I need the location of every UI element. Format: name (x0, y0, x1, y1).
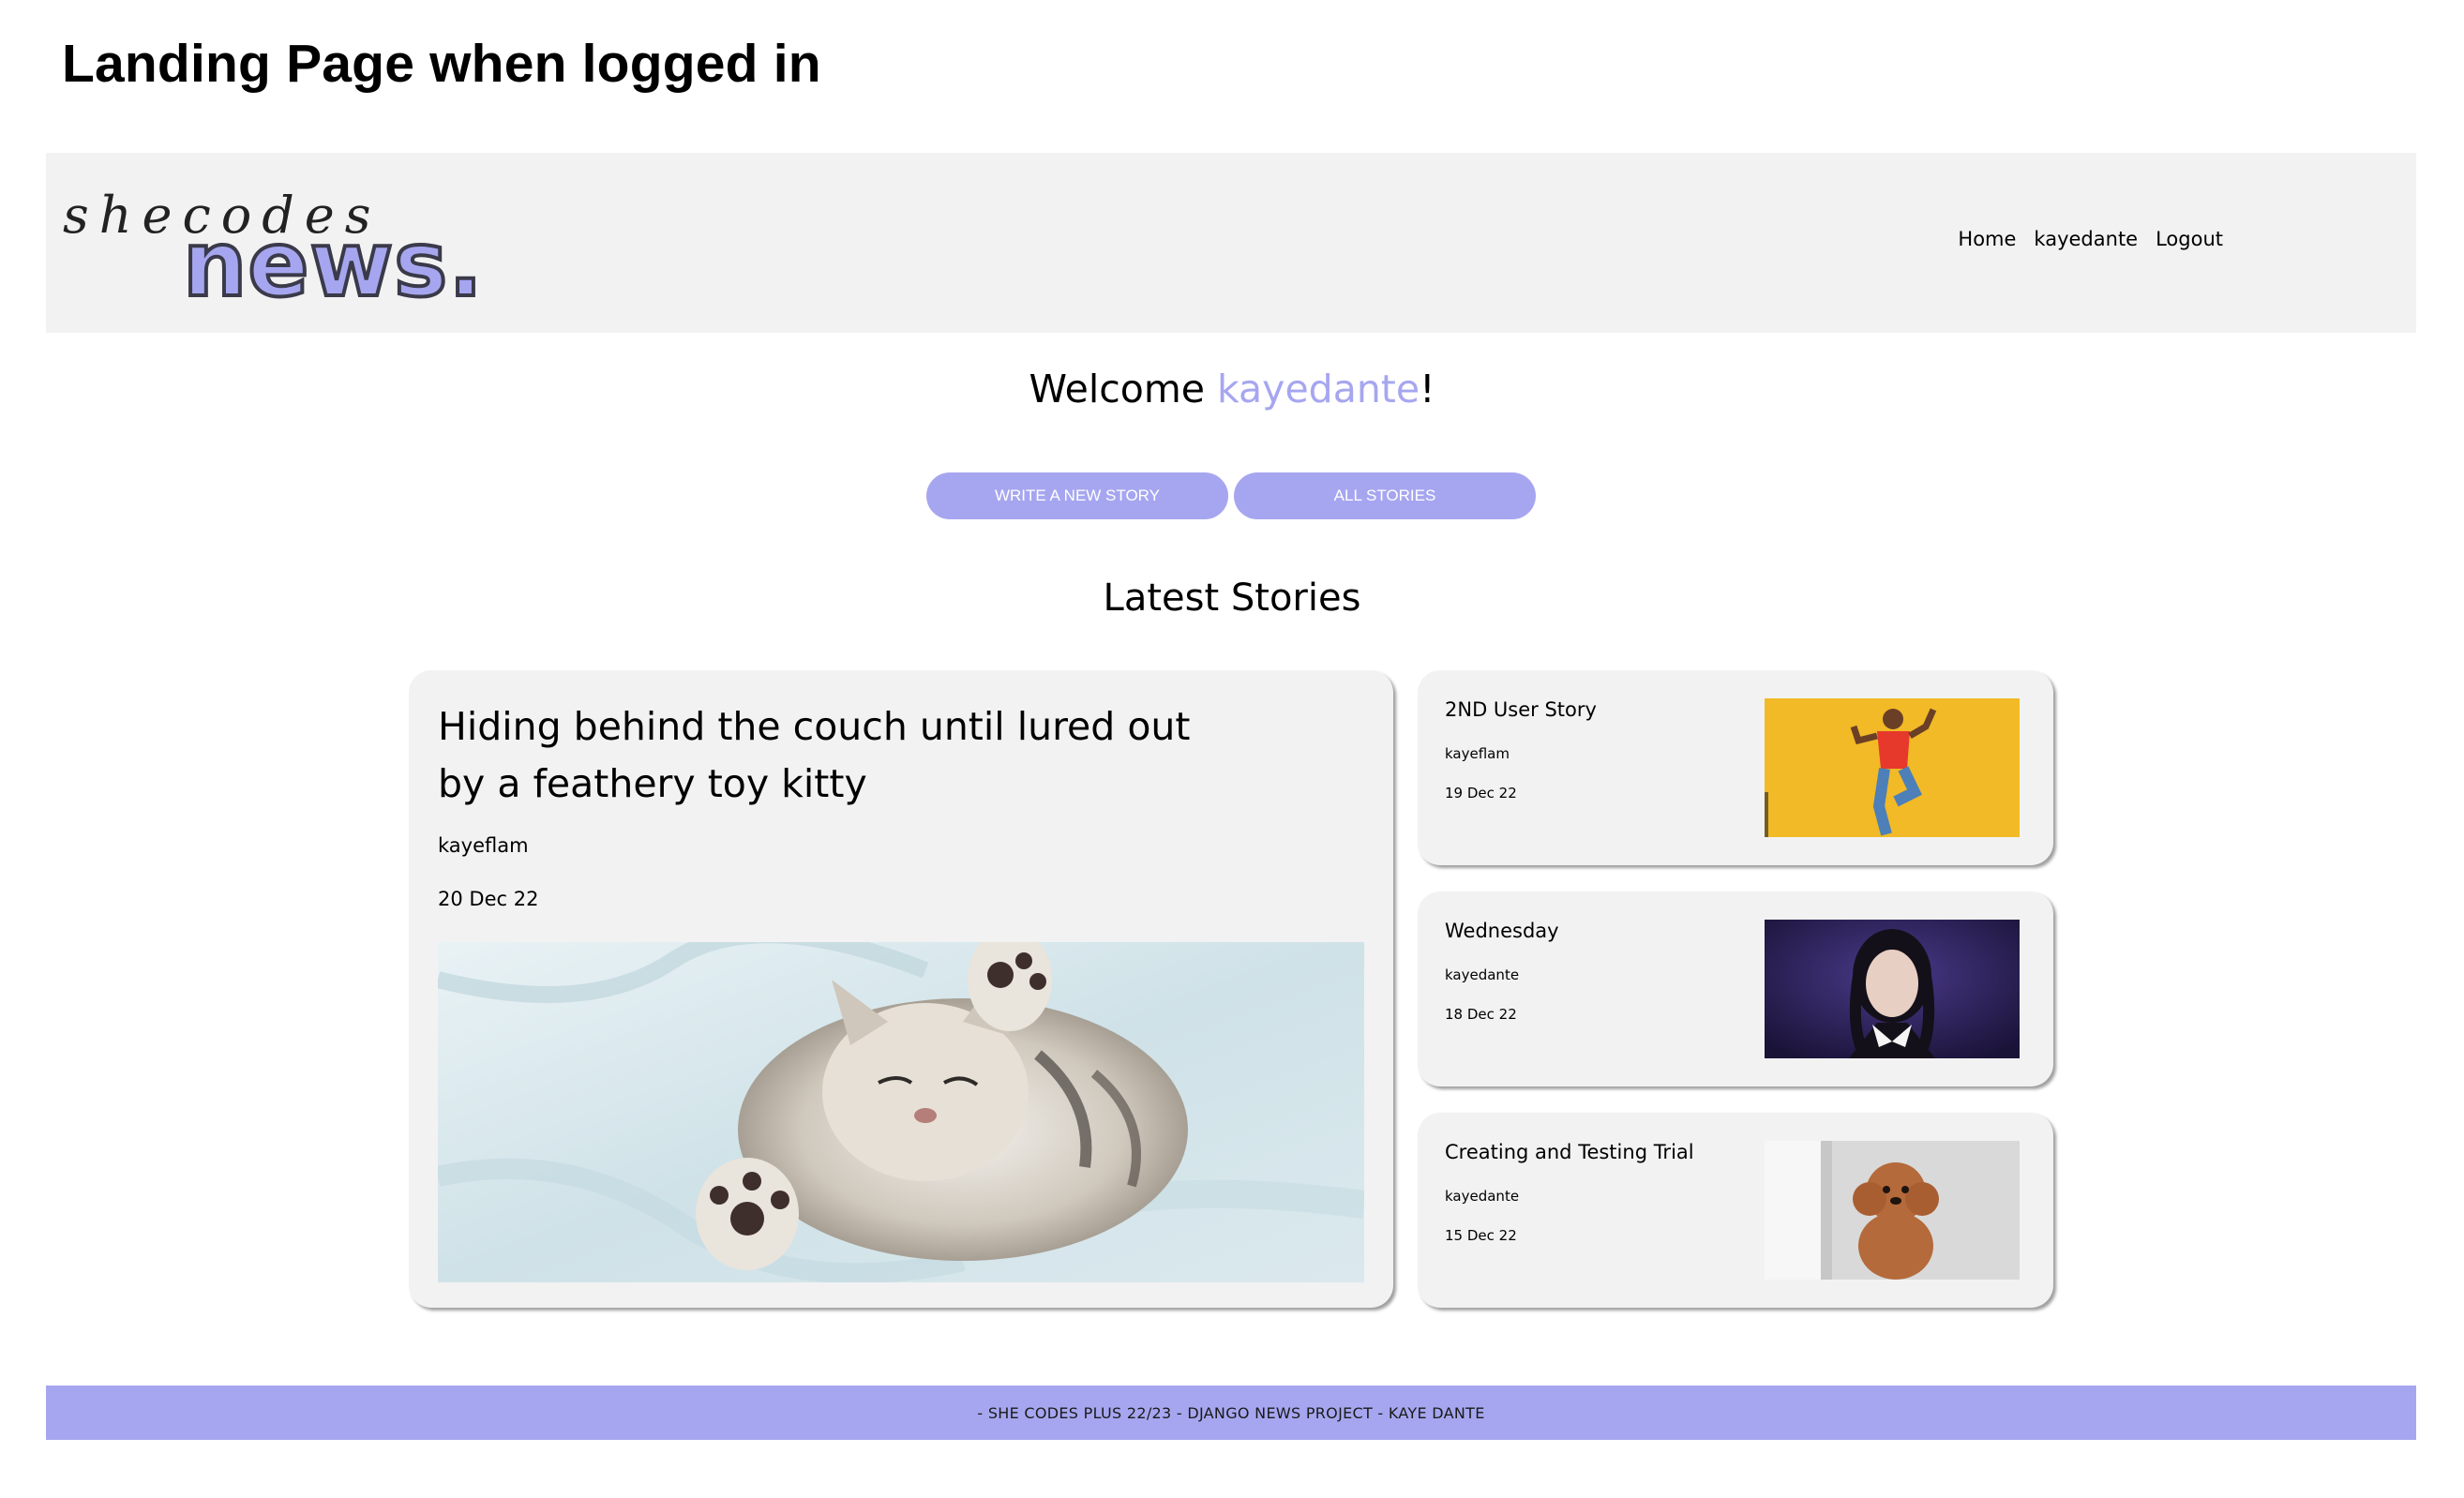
story-date: 18 Dec 22 (1445, 1006, 1517, 1023)
latest-stories-heading: Latest Stories (1103, 577, 1361, 620)
story-author: kayedante (1445, 966, 1520, 983)
story-date: 19 Dec 22 (1445, 785, 1517, 801)
featured-story-author: kayeflam (438, 834, 529, 857)
nav-home-link[interactable]: Home (1958, 228, 2016, 250)
featured-story-title[interactable]: Hiding behind the couch until lured out … (438, 698, 1207, 813)
all-stories-button[interactable]: ALL STORIES (1234, 472, 1536, 519)
featured-story-date: 20 Dec 22 (438, 888, 539, 910)
site-navbar: shecodes news. Home kayedante Logout (46, 153, 2416, 333)
welcome-suffix: ! (1420, 367, 1435, 412)
story-author: kayeflam (1445, 745, 1510, 762)
story-date: 15 Dec 22 (1445, 1227, 1517, 1244)
story-title[interactable]: 2ND User Story (1445, 698, 1597, 721)
action-buttons: WRITE A NEW STORY ALL STORIES (926, 472, 1536, 519)
wednesday-image[interactable] (1765, 920, 2020, 1058)
logo-brand-text: news. (181, 212, 485, 317)
story-title[interactable]: Creating and Testing Trial (1445, 1141, 1694, 1163)
nav-links: Home kayedante Logout (1958, 228, 2223, 250)
welcome-prefix: Welcome (1029, 367, 1218, 412)
site-logo[interactable]: shecodes news. (63, 186, 485, 317)
welcome-message: Welcome kayedante! (0, 361, 2464, 417)
nav-logout-link[interactable]: Logout (2156, 228, 2223, 250)
page-heading: Landing Page when logged in (62, 34, 821, 94)
dancer-image[interactable] (1765, 698, 2020, 837)
story-author: kayedante (1445, 1188, 1520, 1205)
story-card[interactable]: Creating and Testing Trial kayedante 15 … (1418, 1113, 2053, 1308)
story-title[interactable]: Wednesday (1445, 920, 1559, 942)
story-card[interactable]: 2ND User Story kayeflam 19 Dec 22 (1418, 670, 2053, 865)
story-card[interactable]: Wednesday kayedante 18 Dec 22 (1418, 891, 2053, 1086)
footer-text: - SHE CODES PLUS 22/23 - DJANGO NEWS PRO… (977, 1403, 1485, 1422)
nav-profile-link[interactable]: kayedante (2034, 228, 2138, 250)
welcome-username: kayedante (1217, 367, 1420, 412)
site-footer: - SHE CODES PLUS 22/23 - DJANGO NEWS PRO… (46, 1386, 2416, 1440)
kitten-image[interactable] (438, 942, 1364, 1282)
write-story-button[interactable]: WRITE A NEW STORY (926, 472, 1228, 519)
featured-story-card[interactable]: Hiding behind the couch until lured out … (409, 670, 1393, 1308)
poodle-image[interactable] (1765, 1141, 2020, 1280)
